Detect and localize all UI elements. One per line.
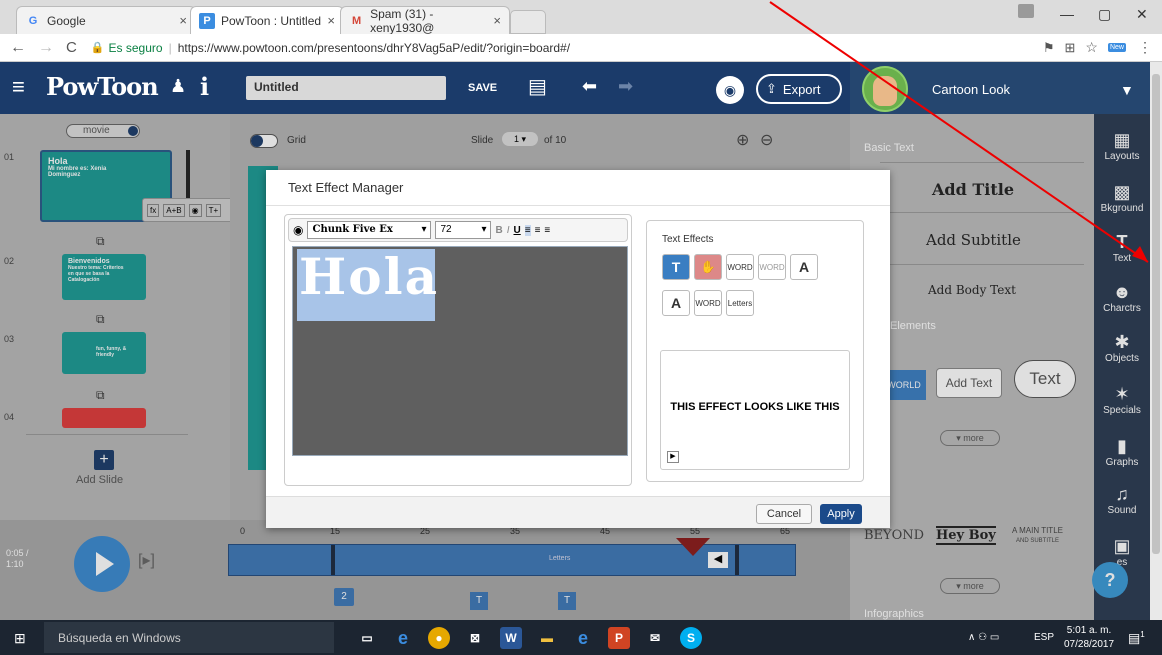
edge-icon[interactable]: e [392,627,414,649]
back-icon[interactable]: ← [10,39,26,57]
effect-preview: THIS EFFECT LOOKS LIKE THIS ▶ [660,350,850,470]
forward-icon[interactable]: → [38,39,54,57]
effect-hand-icon[interactable]: ✋ [694,254,722,280]
task-view-icon[interactable]: ▭ [356,627,378,649]
effect-word-1[interactable]: WORD [726,254,754,280]
gmail-icon: M [351,14,362,27]
ie-icon[interactable]: e [572,627,594,649]
windows-start-icon[interactable]: ⊞ [14,630,26,647]
hamburger-menu-icon[interactable]: ≡ [12,74,25,100]
mail-icon[interactable]: ✉ [644,627,666,649]
taskbar-search[interactable]: Búsqueda en Windows [44,622,334,653]
preview-play-icon[interactable]: ▶ [667,451,679,463]
save-button[interactable]: SAVE [468,82,497,94]
effect-a2-icon[interactable]: A [662,290,690,316]
powerpoint-icon[interactable]: P [608,627,630,649]
editor-text[interactable]: Hola [299,247,439,306]
search-text: Búsqueda en Windows [58,631,181,645]
undo-icon[interactable]: ⬅ [582,76,597,97]
font-name: Chunk Five Ex [312,224,393,235]
powtoon-logo[interactable]: PowToon [46,72,159,101]
secure-label: Es seguro [108,40,163,55]
powtoon-tab-icon: P [199,12,215,29]
effect-word-3[interactable]: WORD [694,290,722,316]
dialog-title: Text Effect Manager [288,180,404,195]
editor-toolbar: ◉ Chunk Five Ex ▾ 72 ▾ B I U ≡ ≡ ≡ [288,218,628,242]
clock-time: 5:01 a. m. [1066,625,1112,636]
annotation-arrow [769,1,1149,263]
notification-icon[interactable]: ▤1 [1128,630,1145,646]
skype-icon[interactable]: S [680,627,702,649]
explorer-icon[interactable]: ▬ [536,627,558,649]
clock[interactable]: 5:01 a. m. 07/28/2017 [1064,624,1114,652]
url-divider: | [168,40,172,55]
tab-powtoon[interactable]: P PowToon : Untitled × [190,6,344,34]
reload-icon[interactable]: C [66,39,77,56]
google-icon: G [28,14,38,27]
tab-google[interactable]: G Google × [16,6,196,34]
redo-icon[interactable]: ➡ [618,76,633,97]
word-icon[interactable]: W [500,627,522,649]
close-tab-icon[interactable]: × [493,13,501,28]
chrome-icon[interactable]: ● [428,627,450,649]
font-size: 72 [440,224,452,235]
people-icon[interactable]: ♟ [170,76,186,97]
language-indicator[interactable]: ESP [1034,632,1054,643]
font-select[interactable]: Chunk Five Ex ▾ [307,221,432,239]
lock-icon: 🔒 [90,42,105,54]
italic-button[interactable]: I [507,225,510,236]
url-text[interactable]: https://www.powtoon.com/presentoons/dhrY… [178,41,570,55]
apply-button[interactable]: Apply [820,504,862,524]
align-center-button[interactable]: ≡ [535,225,541,236]
close-tab-icon[interactable]: × [327,13,335,28]
align-left-button[interactable]: ≡ [524,224,531,236]
align-right-button[interactable]: ≡ [544,225,550,236]
text-edit-canvas[interactable]: Hola [292,246,628,456]
tab-label: PowToon : Untitled [221,13,322,28]
new-tab-button[interactable] [510,10,546,34]
info-icon[interactable]: i [200,72,209,101]
tray-icons[interactable]: ∧ ⚇ ▭ [968,632,999,643]
preview-text: THIS EFFECT LOOKS LIKE THIS [670,401,840,413]
effects-heading: Text Effects [662,234,714,245]
effects-row-2: A WORD Letters [662,290,754,316]
store-icon[interactable]: ⊠ [464,627,486,649]
preview-eye-icon[interactable]: ◉ [716,76,744,104]
tab-gmail[interactable]: M Spam (31) - xeny1930@ × [340,6,510,35]
tab-label: Spam (31) - xeny1930@ [370,6,435,35]
color-picker-icon[interactable]: ◉ [293,223,303,237]
cancel-button[interactable]: Cancel [756,504,812,524]
close-tab-icon[interactable]: × [179,13,187,28]
document-icon[interactable]: ▤ [528,74,547,99]
underline-button[interactable]: U [514,225,521,236]
title-input[interactable]: Untitled [246,76,446,100]
effect-t-icon[interactable]: T [662,254,690,280]
clock-date: 07/28/2017 [1064,639,1115,650]
tab-label: Google [47,13,86,28]
font-size-select[interactable]: 72 ▾ [435,221,492,239]
notification-count: 1 [1140,630,1145,639]
effect-letters[interactable]: Letters [726,290,754,316]
bold-button[interactable]: B [495,225,502,236]
